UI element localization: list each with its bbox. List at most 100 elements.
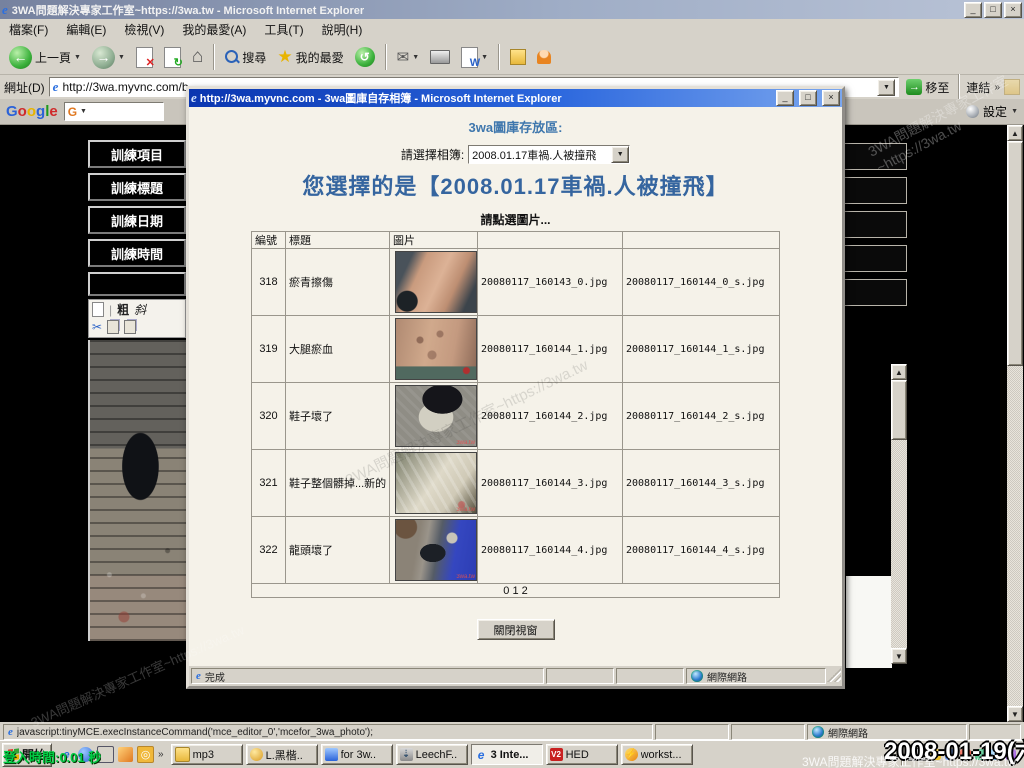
photo-thumb-filename[interactable]: 20080117_160144_3_s.jpg (623, 450, 780, 517)
task-editor[interactable]: L.黑楷.. (246, 744, 318, 765)
pagination[interactable]: 0 1 2 (252, 584, 780, 598)
messenger-button[interactable] (534, 48, 554, 66)
tray-icon[interactable] (945, 749, 956, 760)
menu-edit[interactable]: 編輯(E) (57, 19, 115, 40)
links-label[interactable]: 連結 (966, 79, 990, 96)
close-button[interactable]: × (1004, 2, 1022, 18)
mail-button[interactable]: ✉▼ (394, 46, 423, 68)
task-for-3wa[interactable]: for 3w.. (321, 744, 393, 765)
menu-help[interactable]: 說明(H) (313, 19, 372, 40)
menu-file[interactable]: 檔案(F) (0, 19, 57, 40)
google-search-dropdown-icon[interactable]: ▼ (80, 108, 87, 115)
sidebar-item-training-date[interactable]: 訓練日期 (88, 206, 186, 234)
quicklaunch-notes-icon[interactable]: ◎ (137, 746, 154, 763)
menu-view[interactable]: 檢視(V) (115, 19, 173, 40)
photo-thumbnail[interactable]: 3wa.tw (395, 452, 477, 514)
italic-button[interactable]: 斜 (134, 301, 146, 318)
bold-button[interactable]: 粗 (117, 301, 129, 318)
main-window-titlebar[interactable]: e 3WA問題解決專家工作室~https://3wa.tw - Microsof… (0, 0, 1024, 19)
page-scrollbar[interactable]: ▲ ▼ (891, 364, 907, 664)
edit-dropdown-icon[interactable]: ▼ (481, 54, 488, 61)
popup-close-button[interactable]: × (822, 90, 840, 106)
start-button[interactable]: 開始 (2, 743, 52, 767)
photo-thumbnail[interactable] (395, 251, 477, 313)
back-dropdown-icon[interactable]: ▼ (74, 54, 81, 61)
scroll-up-icon[interactable]: ▲ (891, 364, 907, 380)
task-mp3[interactable]: mp3 (171, 744, 243, 765)
keyboard-layout-icon[interactable] (908, 748, 926, 761)
close-window-button[interactable]: 關閉視窗 (477, 619, 555, 640)
quicklaunch-ie-icon[interactable]: e (59, 747, 74, 762)
new-doc-icon[interactable] (92, 302, 104, 317)
tray-icon[interactable] (930, 749, 941, 760)
cut-icon[interactable]: ✂ (92, 320, 102, 334)
photo-filename[interactable]: 20080117_160144_1.jpg (478, 316, 623, 383)
quicklaunch-chevron-icon[interactable]: » (158, 749, 164, 760)
copy-icon[interactable] (107, 320, 119, 334)
task-leechftp[interactable]: ⇣ LeechF.. (396, 744, 468, 765)
task-hed[interactable]: V2 HED (546, 744, 618, 765)
scroll-up-icon[interactable]: ▲ (1007, 125, 1023, 141)
popup-minimize-button[interactable]: _ (776, 90, 794, 106)
sidebar-item-training-title[interactable]: 訓練標題 (88, 173, 186, 201)
sidebar-empty-button[interactable] (88, 272, 186, 296)
forward-button[interactable]: → ▼ (89, 44, 128, 71)
search-button[interactable]: 搜尋 (222, 47, 269, 68)
forward-dropdown-icon[interactable]: ▼ (118, 54, 125, 61)
scrollbar-thumb[interactable] (891, 380, 907, 440)
photo-thumb-filename[interactable]: 20080117_160144_0_s.jpg (623, 249, 780, 316)
scrollbar-thumb[interactable] (1007, 141, 1023, 366)
google-search-input[interactable]: G ▼ (64, 102, 164, 121)
popup-maximize-button[interactable]: □ (799, 90, 817, 106)
sidebar-item-training-time[interactable]: 訓練時間 (88, 239, 186, 267)
tray-icon[interactable] (975, 749, 986, 760)
stop-button[interactable]: ✕ (133, 45, 156, 70)
photo-thumbnail[interactable]: 3wa.tw (395, 385, 477, 447)
google-settings-button[interactable]: 設定 ▼ (966, 103, 1018, 120)
photo-thumb-filename[interactable]: 20080117_160144_1_s.jpg (623, 316, 780, 383)
scroll-down-icon[interactable]: ▼ (1007, 706, 1023, 722)
minimize-button[interactable]: _ (964, 2, 982, 18)
photo-filename[interactable]: 20080117_160144_2.jpg (478, 383, 623, 450)
photo-thumb-filename[interactable]: 20080117_160144_4_s.jpg (623, 517, 780, 584)
go-button[interactable]: → 移至 (903, 77, 952, 98)
settings-dropdown-icon[interactable]: ▼ (1011, 108, 1018, 115)
sidebar-item-training-item[interactable]: 訓練項目 (88, 140, 186, 168)
edit-button[interactable]: W▼ (458, 45, 491, 70)
popup-titlebar[interactable]: e http://3wa.myvnc.com - 3wa圖庫自存相簿 - Mic… (189, 89, 842, 107)
home-button[interactable]: ⌂ (189, 44, 206, 70)
photo-filename[interactable]: 20080117_160144_3.jpg (478, 450, 623, 517)
task-internet-explorer[interactable]: e 3 Inte... (471, 744, 543, 765)
photo-filename[interactable]: 20080117_160143_0.jpg (478, 249, 623, 316)
task-winamp[interactable]: ⚡ workst... (621, 744, 693, 765)
photo-thumbnail[interactable] (395, 318, 477, 380)
mail-dropdown-icon[interactable]: ▼ (412, 54, 419, 61)
tray-icon[interactable] (1005, 749, 1016, 760)
print-button[interactable] (427, 48, 453, 66)
back-button[interactable]: ← 上一頁 ▼ (6, 44, 84, 71)
refresh-button[interactable]: ↻ (161, 45, 184, 70)
album-dropdown-icon[interactable]: ▼ (611, 146, 629, 163)
scroll-down-icon[interactable]: ▼ (891, 648, 907, 664)
sidebar-item-label: 訓練時間 (111, 244, 163, 263)
quicklaunch-media-icon[interactable] (118, 747, 133, 762)
tray-icon[interactable] (960, 749, 971, 760)
quicklaunch-desktop-icon[interactable] (97, 746, 114, 763)
tray-icon[interactable] (990, 749, 1001, 760)
menu-favorites[interactable]: 我的最愛(A) (173, 19, 255, 40)
photo-thumbnail[interactable]: 3wa.tw (395, 519, 477, 581)
album-select[interactable]: 2008.01.17車禍.人被撞飛 ▼ (468, 145, 630, 164)
history-button[interactable]: ↺ (352, 45, 378, 69)
main-scrollbar[interactable]: ▲ ▼ (1007, 125, 1023, 722)
address-dropdown-icon[interactable]: ▼ (877, 79, 895, 96)
photo-filename[interactable]: 20080117_160144_4.jpg (478, 517, 623, 584)
favorites-button[interactable]: ★ 我的最愛 (274, 45, 346, 69)
links-chevron-icon[interactable]: » (994, 82, 1000, 93)
menu-tools[interactable]: 工具(T) (255, 19, 312, 40)
resize-grip[interactable] (827, 668, 841, 682)
discuss-button[interactable] (507, 47, 529, 67)
quicklaunch-msn-icon[interactable] (78, 747, 93, 762)
paste-icon[interactable] (124, 320, 136, 334)
photo-thumb-filename[interactable]: 20080117_160144_2_s.jpg (623, 383, 780, 450)
maximize-button[interactable]: □ (984, 2, 1002, 18)
